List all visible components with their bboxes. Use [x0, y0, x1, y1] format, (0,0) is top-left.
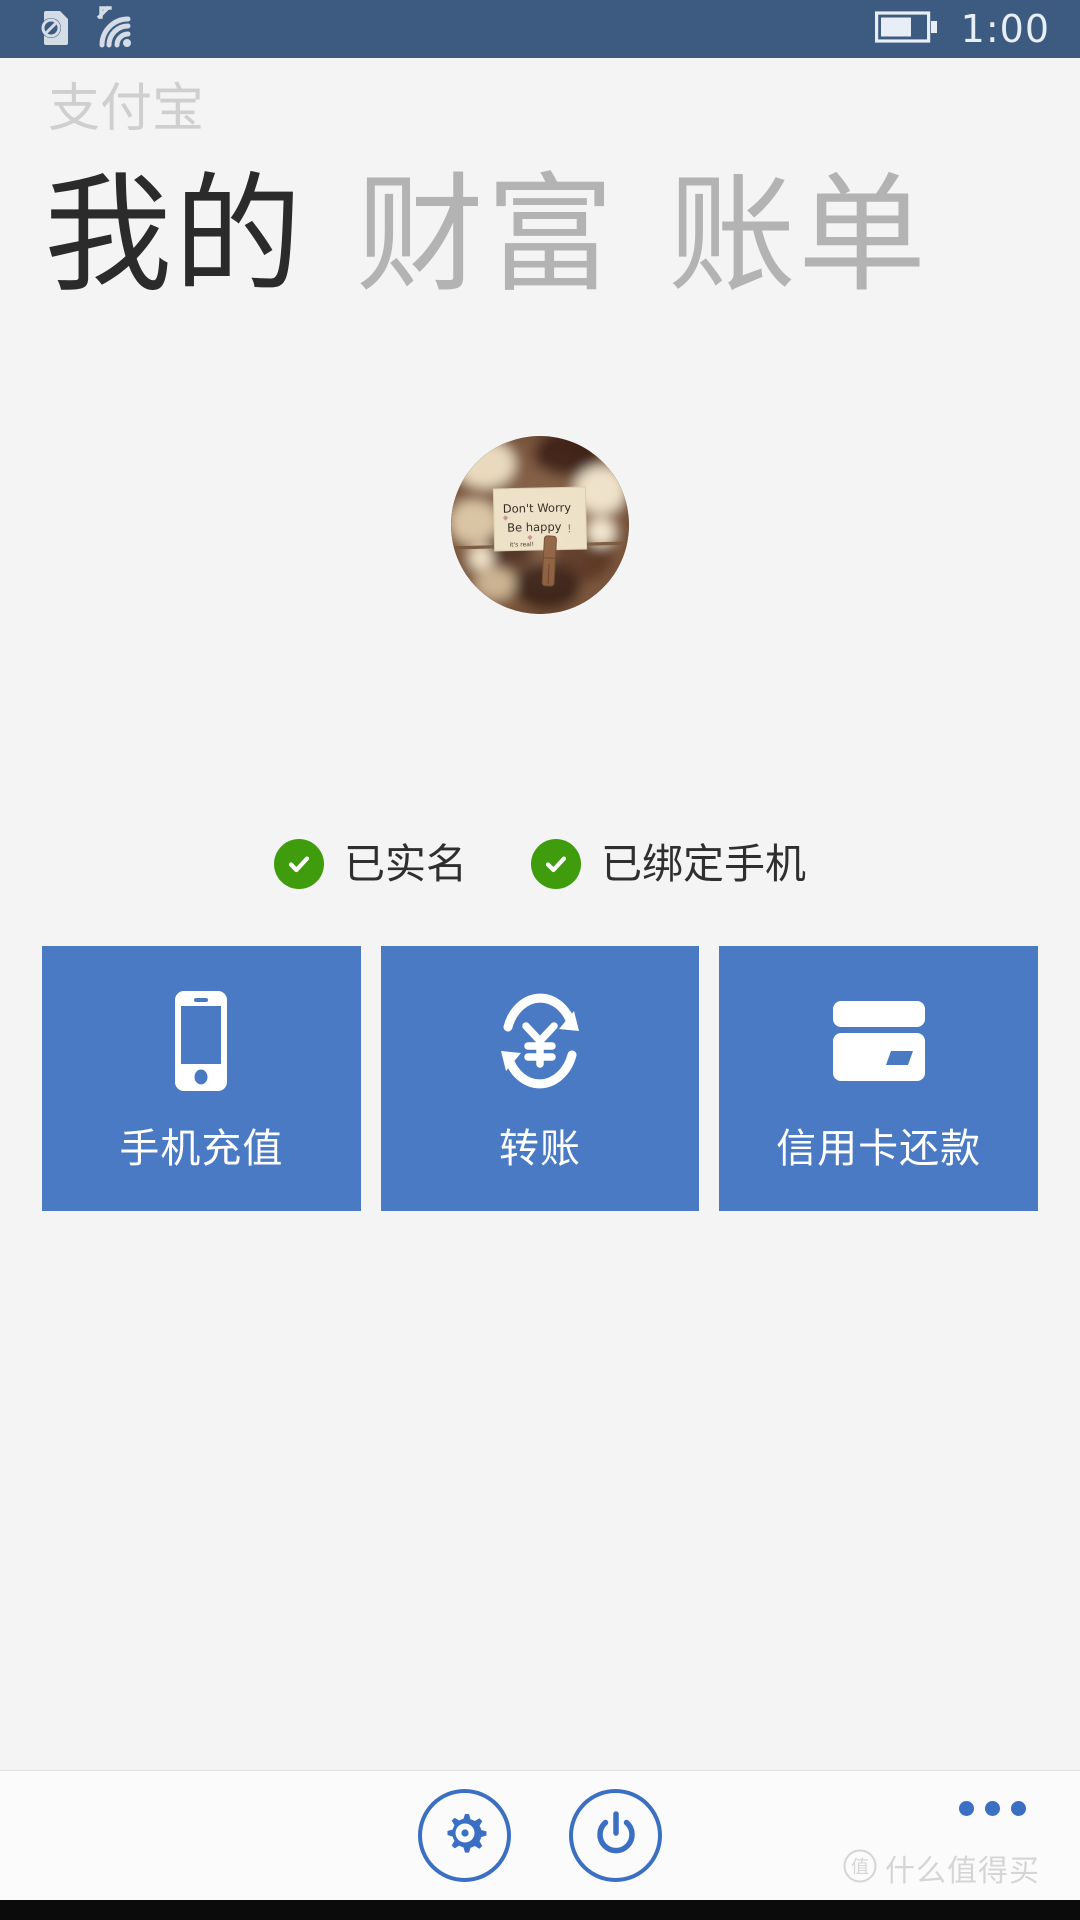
tile-credit-card-repay[interactable]: 信用卡还款	[719, 946, 1039, 1211]
power-button[interactable]	[569, 1789, 662, 1882]
badge-realname-label: 已实名	[344, 839, 467, 888]
pivot-item-mine[interactable]: 我的	[44, 150, 304, 323]
status-bar: 1:00	[0, 0, 1080, 58]
wifi-signal-icon	[90, 5, 138, 53]
more-dot	[985, 1801, 1000, 1816]
tile-transfer[interactable]: 转账	[380, 946, 700, 1211]
yuan-transfer-icon	[486, 988, 594, 1093]
mobile-phone-icon	[159, 988, 243, 1093]
battery-icon	[874, 9, 939, 49]
status-bar-left-icons	[0, 5, 138, 53]
power-icon	[591, 1809, 641, 1863]
navigation-bar	[0, 1900, 1080, 1920]
tile-credit-card-repay-label: 信用卡还款	[776, 1126, 982, 1172]
check-circle-icon	[531, 839, 581, 889]
gear-icon	[439, 1808, 491, 1864]
more-dot	[959, 1801, 974, 1816]
pivot-header[interactable]: 我的 财富 账单	[0, 142, 1080, 332]
tile-phone-recharge-label: 手机充值	[119, 1126, 284, 1172]
settings-button[interactable]	[418, 1789, 511, 1882]
avatar[interactable]: Don't Worry Be happy ! it's real!	[451, 436, 629, 614]
svg-text:支付宝: 支付宝	[48, 80, 204, 136]
sim-card-disabled-icon	[34, 6, 76, 52]
credit-card-icon	[825, 988, 933, 1093]
status-bar-clock: 1:00	[960, 7, 1050, 51]
badge-realname[interactable]: 已实名	[274, 839, 467, 889]
tile-transfer-label: 转账	[499, 1126, 581, 1172]
verification-badges: 已实名 已绑定手机	[0, 839, 1080, 889]
more-ellipsis-icon[interactable]	[959, 1801, 1026, 1816]
avatar-wrap: Don't Worry Be happy ! it's real!	[0, 436, 1080, 614]
badge-phone-bound-label: 已绑定手机	[601, 839, 806, 888]
quick-action-tiles: 手机充值 转账 信用卡还款	[0, 946, 1080, 1211]
tile-phone-recharge[interactable]: 手机充值	[42, 946, 361, 1211]
brand-logo-wrap: 支付宝	[0, 58, 1080, 142]
alipay-logo: 支付宝	[48, 79, 1080, 139]
check-circle-icon	[274, 839, 324, 889]
pivot-item-bills[interactable]: 账单	[668, 150, 928, 323]
app-bar	[0, 1770, 1080, 1900]
badge-phone-bound[interactable]: 已绑定手机	[531, 839, 806, 889]
pivot-item-wealth[interactable]: 财富	[356, 150, 616, 323]
status-bar-right: 1:00	[874, 7, 1080, 51]
more-dot	[1011, 1801, 1026, 1816]
